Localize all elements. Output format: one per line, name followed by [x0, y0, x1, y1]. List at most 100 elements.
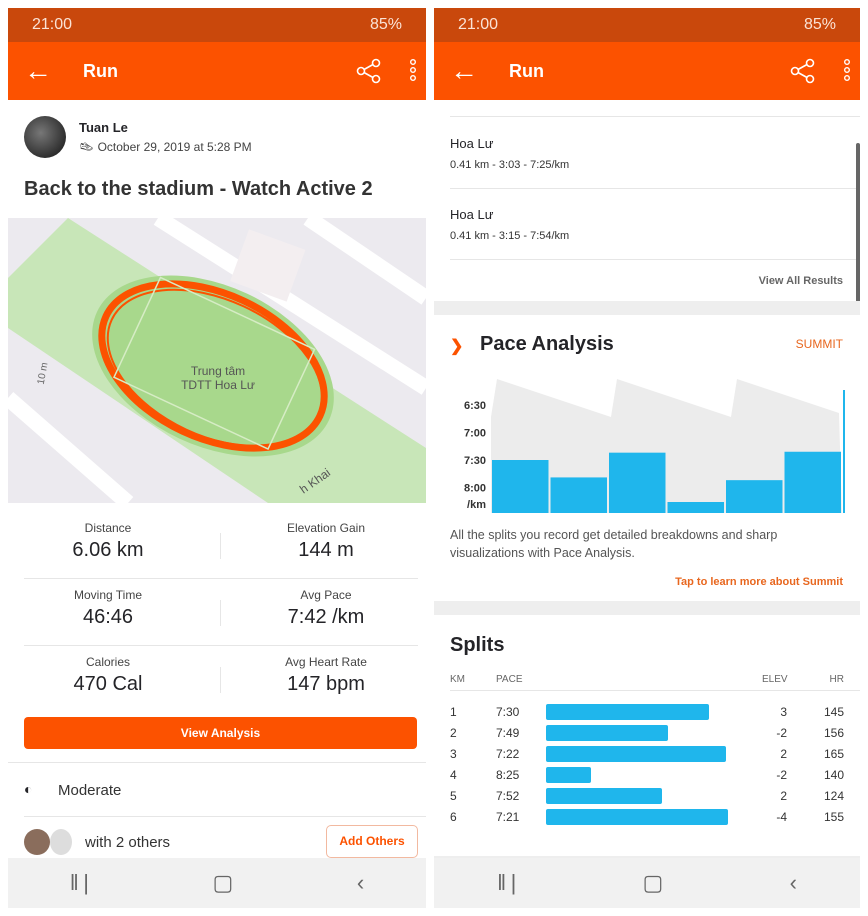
avatar[interactable]: [24, 116, 66, 158]
split-elev: 2: [780, 747, 787, 761]
split-hr: 145: [823, 705, 844, 719]
split-pace: 7:49: [496, 726, 520, 740]
pace-bar-km-6: [784, 451, 841, 513]
split-km: 5: [450, 789, 457, 803]
split-elev: 2: [780, 789, 787, 803]
map-label-line2: TDTT Hoa Lư: [181, 378, 255, 392]
divider: [220, 533, 221, 559]
pace-bar-km-4: [667, 502, 724, 513]
pace-bar-km-1: [492, 460, 549, 513]
splits-header: KM PACE ELEV HR: [450, 671, 844, 692]
learn-summit-link[interactable]: Tap to learn more about Summit: [675, 576, 843, 588]
stat-label: Avg Heart Rate: [285, 655, 367, 669]
back-arrow-icon[interactable]: ←: [24, 55, 52, 87]
split-pace-bar: [546, 746, 726, 762]
pace-chart[interactable]: 6:30 7:00 7:30 8:00/km: [434, 368, 860, 513]
segment-item[interactable]: Hoa Lư 0.41 km - 3:03 - 7:25/km: [450, 136, 569, 171]
route-map[interactable]: [8, 218, 426, 503]
segment-detail: 0.41 km - 3:15 - 7:54/km: [450, 230, 570, 242]
pace-analysis-description: All the splits you record get detailed b…: [450, 528, 778, 560]
split-row: 4 8:25 -2 140: [450, 765, 844, 786]
recent-apps-icon[interactable]: ‖ |: [70, 870, 89, 896]
status-bar: 21:00 85%: [434, 8, 860, 42]
split-hr: 124: [823, 789, 844, 803]
back-nav-icon[interactable]: ‹: [790, 870, 797, 896]
activity-screen: 21:00 85% ← Run Tuan Le 👟︎ October 29, 2…: [8, 8, 426, 908]
scrollbar[interactable]: [856, 143, 860, 313]
pace-bar-km-3: [609, 452, 666, 513]
stat-value: 144 m: [298, 539, 354, 561]
map-label: Trung tâm TDTT Hoa Lư: [158, 364, 278, 392]
stat-moving-time: Moving Time 46:46: [8, 588, 208, 629]
split-elev: 3: [780, 705, 787, 719]
system-nav-bar: ‖ | ▢ ‹: [8, 858, 426, 908]
more-options-icon[interactable]: [408, 58, 418, 84]
stat-value: 46:46: [82, 606, 134, 628]
split-pace-bar: [546, 788, 662, 804]
split-km: 2: [450, 726, 457, 740]
stat-value: 6.06 km: [72, 539, 144, 561]
share-icon[interactable]: [790, 58, 816, 84]
segment-detail: 0.41 km - 3:03 - 7:25/km: [450, 159, 570, 171]
stat-label: Moving Time: [73, 588, 143, 602]
split-km: 4: [450, 768, 457, 782]
split-km: 6: [450, 810, 457, 824]
add-others-button[interactable]: Add Others: [326, 825, 418, 858]
split-pace-bar: [546, 725, 668, 741]
view-all-results-link[interactable]: View All Results: [759, 275, 843, 287]
split-hr: 156: [823, 726, 844, 740]
split-row: 5 7:52 2 124: [450, 786, 844, 807]
y-tick-label: 8:00: [464, 483, 486, 495]
back-nav-icon[interactable]: ‹: [357, 870, 364, 896]
pace-bar-km-2: [550, 477, 607, 513]
back-arrow-icon[interactable]: ←: [450, 55, 478, 87]
split-hr: 165: [823, 747, 844, 761]
split-elev: -4: [776, 810, 787, 824]
y-tick-label: 7:00: [464, 428, 486, 440]
stat-value: 147 bpm: [287, 673, 365, 695]
date-text: October 29, 2019 at 5:28 PM: [97, 140, 252, 154]
page-title: Run: [83, 60, 118, 81]
app-bar: ← Run: [434, 42, 860, 100]
app-bar: ← Run: [8, 42, 426, 100]
status-time: 21:00: [458, 16, 499, 33]
companion-avatar[interactable]: [50, 829, 72, 855]
view-analysis-button[interactable]: View Analysis: [24, 717, 417, 749]
segment-name: Hoa Lư: [450, 136, 494, 151]
summit-chevron-icon: ❯: [450, 338, 464, 355]
activity-title: Back to the stadium - Watch Active 2: [24, 178, 373, 200]
section-separator: [434, 601, 860, 615]
divider: [450, 116, 860, 117]
system-nav-bar: ‖ | ▢ ‹: [434, 858, 860, 908]
section-separator: [434, 301, 860, 315]
divider: [220, 600, 221, 626]
summit-badge[interactable]: SUMMIT: [796, 337, 843, 351]
split-pace: 7:22: [496, 747, 520, 761]
splits-title: Splits: [450, 634, 505, 656]
stat-distance: Distance 6.06 km: [8, 521, 208, 562]
companion-avatar[interactable]: [24, 829, 50, 855]
share-icon[interactable]: [356, 58, 382, 84]
more-options-icon[interactable]: [842, 58, 852, 84]
divider: [24, 578, 418, 579]
perceived-effort[interactable]: Moderate: [58, 782, 121, 799]
split-row: 1 7:30 3 145: [450, 702, 844, 723]
athlete-name[interactable]: Tuan Le: [79, 120, 128, 135]
status-battery: 85%: [369, 16, 402, 33]
pace-bar-km-5: [726, 480, 783, 513]
segment-item[interactable]: Hoa Lư 0.41 km - 3:15 - 7:54/km: [450, 207, 569, 242]
y-axis-unit: /km: [467, 499, 486, 511]
split-pace: 7:52: [496, 789, 520, 803]
divider: [450, 188, 860, 189]
recent-apps-icon[interactable]: ‖ |: [497, 870, 516, 896]
split-pace: 8:25: [496, 768, 520, 782]
home-icon[interactable]: ▢: [213, 870, 234, 896]
effort-icon: ◐: [24, 781, 33, 797]
split-pace-bar: [546, 704, 709, 720]
home-icon[interactable]: ▢: [643, 870, 664, 896]
page-title: Run: [509, 60, 544, 81]
split-elev: -2: [776, 768, 787, 782]
status-bar: 21:00 85%: [8, 8, 426, 42]
activity-date: 👟︎ October 29, 2019 at 5:28 PM: [79, 140, 252, 154]
y-tick-label: 6:30: [464, 400, 486, 412]
